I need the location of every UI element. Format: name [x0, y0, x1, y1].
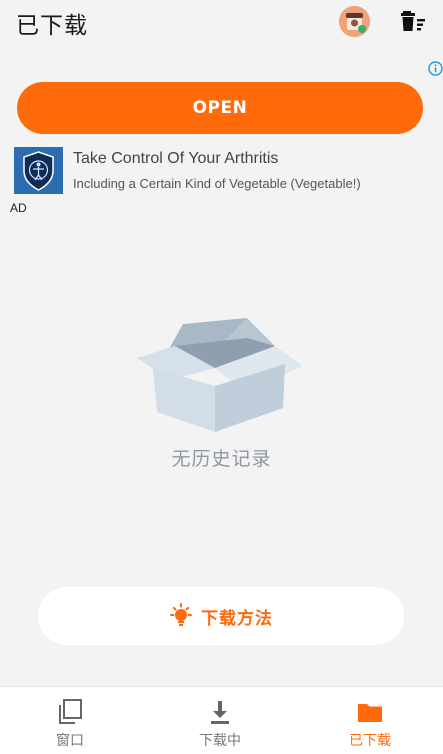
- avatar-icon[interactable]: [339, 6, 370, 37]
- bottom-nav: 窗口 下载中 已下载: [0, 686, 443, 754]
- ad-subtitle: Including a Certain Kind of Vegetable (V…: [73, 176, 361, 191]
- ad-title[interactable]: Take Control Of Your Arthritis: [73, 150, 278, 168]
- how-to-download-button[interactable]: 下载方法: [38, 587, 404, 645]
- nav-item-windows[interactable]: 窗口: [15, 687, 125, 754]
- nav-label-downloading: 下载中: [199, 733, 241, 749]
- nav-item-downloaded[interactable]: 已下载: [315, 687, 425, 754]
- folder-icon: [355, 697, 385, 727]
- ad-tag: AD: [10, 201, 27, 215]
- windows-icon: [55, 697, 85, 727]
- info-icon[interactable]: [428, 61, 443, 76]
- nav-label-downloaded: 已下载: [349, 733, 391, 749]
- download-icon: [205, 697, 235, 727]
- header: 已下载: [0, 0, 443, 46]
- ad-logo[interactable]: [14, 147, 63, 194]
- how-to-download-label: 下载方法: [201, 608, 273, 628]
- nav-item-downloading[interactable]: 下载中: [165, 687, 275, 754]
- lightbulb-icon: [169, 603, 193, 629]
- page-title: 已下载: [16, 13, 88, 39]
- trash-list-icon[interactable]: [400, 9, 428, 33]
- downloaded-screen: 已下载 OPEN Take Control Of Your Arthritis …: [0, 0, 443, 754]
- nav-label-windows: 窗口: [56, 733, 84, 749]
- open-button[interactable]: OPEN: [17, 82, 423, 134]
- empty-message: 无历史记录: [171, 448, 272, 470]
- empty-box-icon: [135, 316, 305, 434]
